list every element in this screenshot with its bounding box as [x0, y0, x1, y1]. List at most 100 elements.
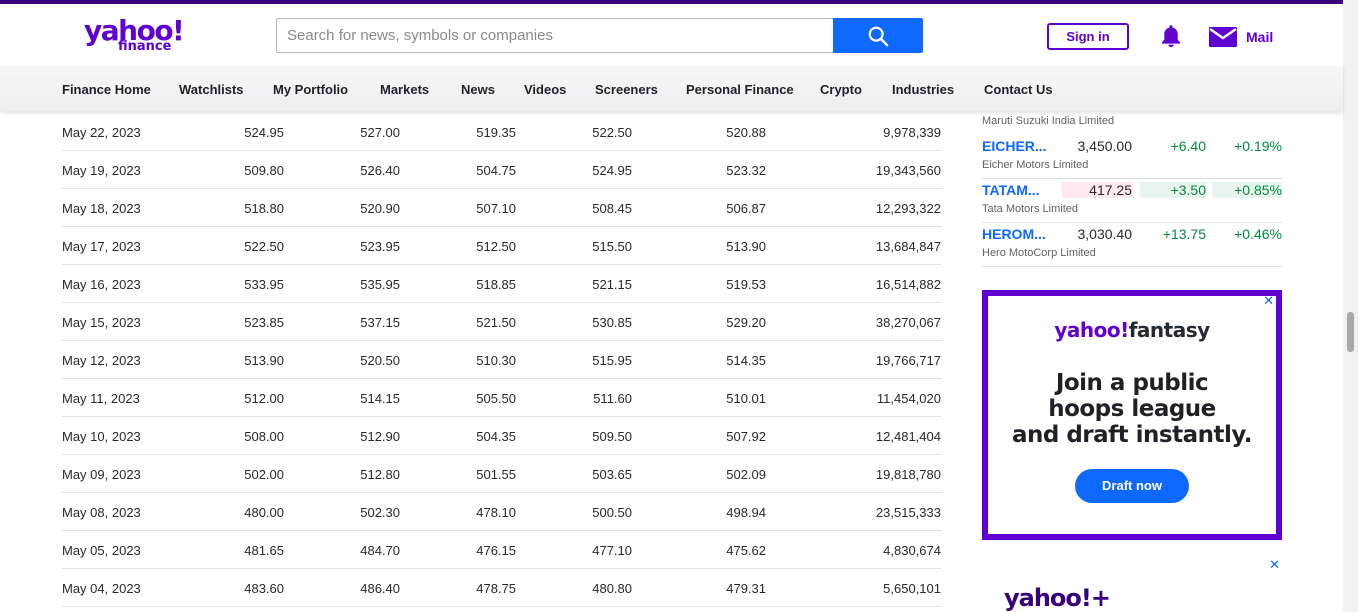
close-icon[interactable]: ✕	[1263, 294, 1274, 309]
page-scrollbar[interactable]	[1343, 0, 1358, 612]
nav-my-portfolio[interactable]: My Portfolio	[273, 82, 348, 97]
row-close: 515.95	[592, 353, 632, 368]
quote-percent-change: +0.19%	[1234, 138, 1282, 154]
row-adj-close: 529.20	[726, 315, 766, 330]
row-adj-close: 506.87	[726, 201, 766, 216]
row-low: 504.75	[476, 163, 516, 178]
search-button[interactable]	[833, 18, 923, 53]
row-close: 515.50	[592, 239, 632, 254]
quote-price: 417.25	[1062, 182, 1132, 198]
mail-link[interactable]: Mail	[1208, 26, 1288, 50]
nav-news[interactable]: News	[461, 82, 495, 97]
row-adj-close: 513.90	[726, 239, 766, 254]
row-low: 501.55	[476, 467, 516, 482]
row-close: 508.45	[592, 201, 632, 216]
row-high: 512.80	[360, 467, 400, 482]
yahoo-plus-ad[interactable]: ✕ yahoo!+	[982, 556, 1282, 612]
row-adj-close: 523.32	[726, 163, 766, 178]
row-open: 512.00	[244, 391, 284, 406]
row-open: 524.95	[244, 125, 284, 140]
row-close: 480.80	[592, 581, 632, 596]
ad-brand-name: yahoo!	[1054, 318, 1129, 342]
nav-finance-home[interactable]: Finance Home	[62, 82, 151, 97]
row-low: 478.75	[476, 581, 516, 596]
row-date: May 18, 2023	[62, 201, 141, 216]
row-date: May 17, 2023	[62, 239, 141, 254]
row-high: 512.90	[360, 429, 400, 444]
row-date: May 05, 2023	[62, 543, 141, 558]
row-date: May 19, 2023	[62, 163, 141, 178]
ad-headline-line: and draft instantly.	[1011, 422, 1253, 448]
row-close: 503.65	[592, 467, 632, 482]
row-volume: 19,766,717	[875, 353, 941, 368]
quote-price: 3,450.00	[1077, 138, 1133, 154]
table-row: May 22, 2023 524.95 527.00 519.35 522.50 520.…	[62, 113, 942, 151]
table-row: May 18, 2023 518.80 520.90 507.10 508.45 506.…	[62, 189, 942, 227]
row-open: 483.60	[244, 581, 284, 596]
bell-icon	[1161, 25, 1181, 48]
nav-personal-finance[interactable]: Personal Finance	[686, 82, 794, 97]
scroll-thumb[interactable]	[1347, 312, 1354, 352]
table-row: May 11, 2023 512.00 514.15 505.50 511.60 510.…	[62, 379, 942, 417]
row-low: 510.30	[476, 353, 516, 368]
nav-crypto[interactable]: Crypto	[820, 82, 862, 97]
row-date: May 08, 2023	[62, 505, 141, 520]
quote-symbol[interactable]: EICHER...	[982, 138, 1047, 154]
row-low: 512.50	[476, 239, 516, 254]
row-close: 477.10	[592, 543, 632, 558]
row-close: 522.50	[592, 125, 632, 140]
row-volume: 12,293,322	[875, 201, 941, 216]
quote-symbol[interactable]: TATAM...	[982, 182, 1040, 198]
quote-price: 3,030.40	[1077, 226, 1133, 242]
row-high: 535.95	[360, 277, 400, 292]
header: yahoo! finance Sign in Mail	[0, 4, 1343, 66]
quote-symbol[interactable]: HEROM...	[982, 226, 1046, 242]
row-low: 521.50	[476, 315, 516, 330]
row-open: 533.95	[244, 277, 284, 292]
row-open: 509.80	[244, 163, 284, 178]
nav-industries[interactable]: Industries	[892, 82, 954, 97]
table-row: May 12, 2023 513.90 520.50 510.30 515.95 514.…	[62, 341, 942, 379]
row-low: 518.85	[476, 277, 516, 292]
row-open: 522.50	[244, 239, 284, 254]
mail-label: Mail	[1246, 29, 1274, 45]
row-open: 508.00	[244, 429, 284, 444]
row-adj-close: 479.31	[726, 581, 766, 596]
nav-screeners[interactable]: Screeners	[595, 82, 658, 97]
search-icon	[868, 26, 889, 46]
row-close: 511.60	[593, 391, 632, 406]
ad-brand: yahoo!+	[1004, 584, 1111, 612]
row-low: 504.35	[476, 429, 516, 444]
quote-change: +3.50	[1140, 182, 1206, 198]
quote-change: +6.40	[1170, 138, 1206, 154]
row-volume: 19,343,560	[875, 163, 941, 178]
nav-watchlists[interactable]: Watchlists	[179, 82, 244, 97]
nav-contact-us[interactable]: Contact Us	[984, 82, 1053, 97]
row-volume: 9,978,339	[883, 125, 941, 140]
quote-row[interactable]: TATAM... 417.25 +3.50 +0.85% Tata Motors…	[982, 179, 1282, 223]
nav-markets[interactable]: Markets	[380, 82, 429, 97]
quote-row[interactable]: EICHER... 3,450.00 +6.40 +0.19% Eicher M…	[982, 135, 1282, 179]
row-close: 530.85	[592, 315, 632, 330]
notifications-button[interactable]	[1158, 23, 1184, 49]
search-input[interactable]	[276, 18, 834, 53]
row-open: 502.00	[244, 467, 284, 482]
row-volume: 11,454,020	[876, 391, 941, 406]
row-date: May 15, 2023	[62, 315, 141, 330]
table-row: May 15, 2023 523.85 537.15 521.50 530.85 529.…	[62, 303, 942, 341]
fantasy-ad[interactable]: ✕ yahoo!fantasy Join a public hoops leag…	[982, 290, 1282, 540]
close-icon[interactable]: ✕	[1269, 558, 1280, 573]
row-high: 486.40	[360, 581, 400, 596]
table-row: May 17, 2023 522.50 523.95 512.50 515.50 513.…	[62, 227, 942, 265]
nav-videos[interactable]: Videos	[524, 82, 566, 97]
draft-now-button[interactable]: Draft now	[1075, 469, 1189, 503]
row-close: 500.50	[592, 505, 632, 520]
row-volume: 38,270,067	[875, 315, 941, 330]
sign-in-button[interactable]: Sign in	[1047, 23, 1129, 50]
row-adj-close: 520.88	[726, 125, 766, 140]
quote-row[interactable]: HEROM... 3,030.40 +13.75 +0.46% Hero Mot…	[982, 223, 1282, 267]
row-date: May 11, 2023	[62, 391, 140, 406]
yahoo-finance-logo[interactable]: yahoo! finance	[84, 16, 185, 58]
ad-brand-suffix: fantasy	[1128, 318, 1210, 342]
row-date: May 09, 2023	[62, 467, 141, 482]
